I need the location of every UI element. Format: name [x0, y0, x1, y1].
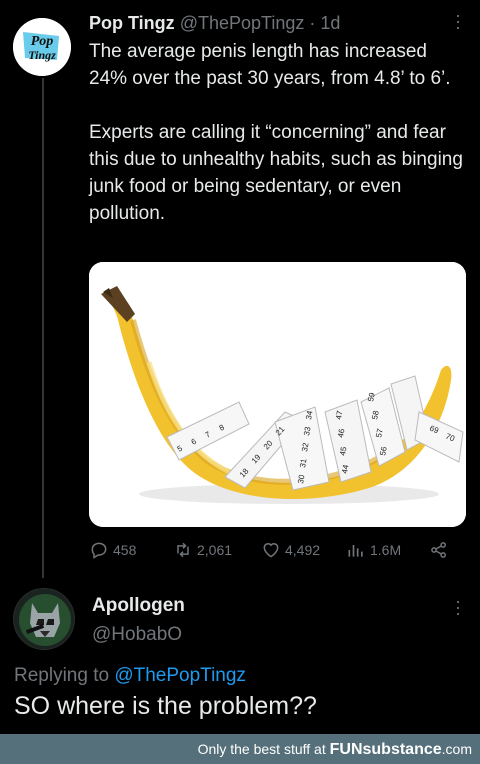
replying-prefix: Replying to — [14, 665, 110, 686]
reply-count: 458 — [113, 542, 137, 558]
replying-mention-link[interactable]: @ThePopTingz — [114, 665, 246, 686]
tweet-media-image[interactable]: 5 6 7 8 18 19 20 21 30 31 32 33 34 44 45… — [89, 262, 466, 527]
author-avatar[interactable]: Pop Tingz — [13, 18, 71, 76]
tweet-action-bar: 458 2,061 4,492 1.6M — [89, 540, 459, 562]
tweet-paragraph: Experts are calling it “concerning” and … — [89, 122, 463, 224]
like-action[interactable]: 4,492 — [261, 540, 320, 560]
watermark-tagline-text: Only the best stuff at — [197, 741, 326, 757]
logo-text-bottom: Tingz — [28, 48, 56, 62]
watermark-tagline: Only the best stuff at FUNsubstance.com — [198, 741, 472, 759]
reply-author-handle[interactable]: @HobabO — [92, 624, 182, 646]
heart-icon — [263, 543, 279, 558]
share-action[interactable] — [429, 540, 449, 560]
logo-text-top: Pop — [31, 34, 54, 49]
reply-action[interactable]: 458 — [89, 540, 136, 560]
tweet-paragraph: The average penis length has increased 2… — [89, 41, 451, 89]
retweet-count: 2,061 — [197, 542, 233, 558]
reply-more-options-icon[interactable]: · · · — [450, 592, 466, 622]
banana-tape-image: 5 6 7 8 18 19 20 21 30 31 32 33 34 44 45… — [89, 262, 466, 527]
header-separator: · — [309, 13, 316, 33]
views-action[interactable]: 1.6M — [346, 540, 401, 560]
view-count: 1.6M — [370, 542, 402, 558]
retweet-action[interactable]: 2,061 — [173, 540, 232, 560]
watermark-brand: FUNsubstance — [329, 741, 442, 758]
pop-tingz-logo-icon: Pop Tingz — [13, 18, 71, 76]
author-handle[interactable]: @ThePopTingz — [180, 13, 305, 33]
replying-to-line: Replying to @ThePopTingz — [14, 665, 246, 687]
retweet-icon — [177, 542, 189, 558]
analytics-icon — [348, 545, 363, 557]
watermark-domain: .com — [441, 741, 472, 757]
tweet-header: Pop Tingz @ThePopTingz · 1d — [89, 13, 340, 34]
wolf-avatar-icon — [14, 589, 74, 649]
author-name[interactable]: Pop Tingz — [89, 13, 175, 33]
like-count: 4,492 — [285, 542, 321, 558]
thread-connector-line — [42, 78, 44, 578]
reply-author-name[interactable]: Apollogen — [92, 595, 185, 617]
tweet-text: The average penis length has increased 2… — [89, 38, 469, 254]
watermark-footer: Only the best stuff at FUNsubstance.com — [0, 734, 480, 764]
reply-icon — [91, 542, 107, 559]
tweet-timestamp[interactable]: 1d — [320, 13, 340, 33]
more-options-icon[interactable]: · · · — [450, 6, 466, 36]
reply-author-avatar[interactable] — [13, 588, 75, 650]
reply-text: SO where is the problem?? — [14, 692, 317, 720]
share-icon — [431, 542, 446, 558]
